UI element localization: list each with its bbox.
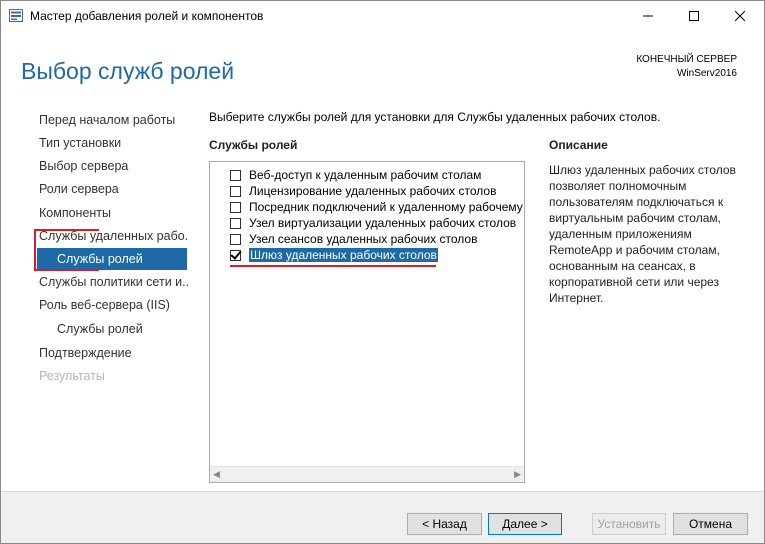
scroll-left-arrow-icon[interactable]: ◀ [213, 469, 220, 480]
destination-server-label: КОНЕЧНЫЙ СЕРВЕР [636, 54, 737, 65]
cancel-button[interactable]: Отмена [673, 513, 748, 535]
role-services-header: Службы ролей [209, 138, 298, 152]
nav-item-confirmation[interactable]: Подтверждение [39, 342, 189, 364]
nav-item-features[interactable]: Компоненты [39, 202, 189, 224]
window-title: Мастер добавления ролей и компонентов [30, 9, 264, 23]
next-button[interactable]: Далее > [488, 513, 562, 535]
role-service-label: Лицензирование удаленных рабочих столов [249, 184, 497, 198]
close-icon [735, 11, 745, 21]
role-service-label-selected: Шлюз удаленных рабочих столов [249, 248, 438, 262]
role-service-gateway[interactable]: Шлюз удаленных рабочих столов [230, 247, 438, 263]
role-service-label: Узел виртуализации удаленных рабочих сто… [249, 216, 517, 230]
role-services-list[interactable]: Веб-доступ к удаленным рабочим столам Ли… [209, 161, 525, 483]
wizard-window: Мастер добавления ролей и компонентов Вы… [0, 0, 765, 544]
nav-item-web-server-role[interactable]: Роль веб-сервера (IIS) [39, 294, 189, 316]
wizard-header: Выбор служб ролей КОНЕЧНЫЙ СЕРВЕР WinSer… [1, 31, 764, 101]
nav-item-before-you-begin[interactable]: Перед началом работы [39, 109, 189, 131]
page-title: Выбор служб ролей [21, 58, 235, 84]
wizard-footer: < Назад Далее > Установить Отмена [1, 492, 764, 543]
nav-item-results: Результаты [39, 369, 105, 383]
role-service-virtualization-host[interactable]: Узел виртуализации удаленных рабочих сто… [230, 215, 516, 231]
role-checkbox[interactable] [230, 169, 241, 181]
role-service-label: Веб-доступ к удаленным рабочим столам [249, 168, 482, 182]
role-checkbox[interactable] [230, 201, 241, 213]
back-button[interactable]: < Назад [407, 513, 482, 535]
role-service-connection-broker[interactable]: Посредник подключений к удаленному рабоч… [230, 199, 525, 215]
role-service-web-access[interactable]: Веб-доступ к удаленным рабочим столам [230, 167, 481, 183]
minimize-button[interactable] [625, 1, 671, 31]
nav-item-server-selection[interactable]: Выбор сервера [39, 155, 189, 177]
role-service-label: Узел сеансов удаленных рабочих столов [249, 232, 478, 246]
wizard-nav: Перед началом работы Тип установки Выбор… [1, 101, 191, 481]
description-header: Описание [549, 138, 608, 152]
role-checkbox[interactable] [230, 217, 241, 229]
nav-item-installation-type[interactable]: Тип установки [39, 132, 189, 154]
role-service-session-host[interactable]: Узел сеансов удаленных рабочих столов [230, 231, 477, 247]
horizontal-scrollbar[interactable]: ◀ ▶ [210, 466, 524, 482]
destination-server-value: WinServ2016 [676, 68, 737, 79]
nav-item-network-policy-services[interactable]: Службы политики сети и... [39, 271, 189, 293]
role-service-licensing[interactable]: Лицензирование удаленных рабочих столов [230, 183, 496, 199]
nav-item-web-role-services[interactable]: Службы ролей [57, 318, 187, 340]
maximize-icon [689, 11, 699, 21]
install-button: Установить [592, 513, 666, 535]
annotation-bracket [34, 229, 99, 271]
role-service-label: Посредник подключений к удаленному рабоч… [249, 200, 525, 214]
role-checkbox-checked[interactable] [230, 249, 241, 261]
minimize-icon [643, 15, 653, 17]
nav-item-server-roles[interactable]: Роли сервера [39, 178, 189, 200]
description-text: Шлюз удаленных рабочих столов позволяет … [549, 163, 736, 305]
role-checkbox[interactable] [230, 233, 241, 245]
server-manager-icon [9, 9, 23, 22]
close-button[interactable] [717, 1, 763, 31]
role-checkbox[interactable] [230, 185, 241, 197]
annotation-underline [230, 265, 436, 267]
main-content: Выберите службы ролей для установки для … [193, 101, 764, 491]
title-bar[interactable]: Мастер добавления ролей и компонентов [1, 1, 764, 31]
instruction-text: Выберите службы ролей для установки для … [209, 110, 661, 124]
maximize-button[interactable] [671, 1, 717, 31]
scroll-right-arrow-icon[interactable]: ▶ [514, 469, 521, 480]
